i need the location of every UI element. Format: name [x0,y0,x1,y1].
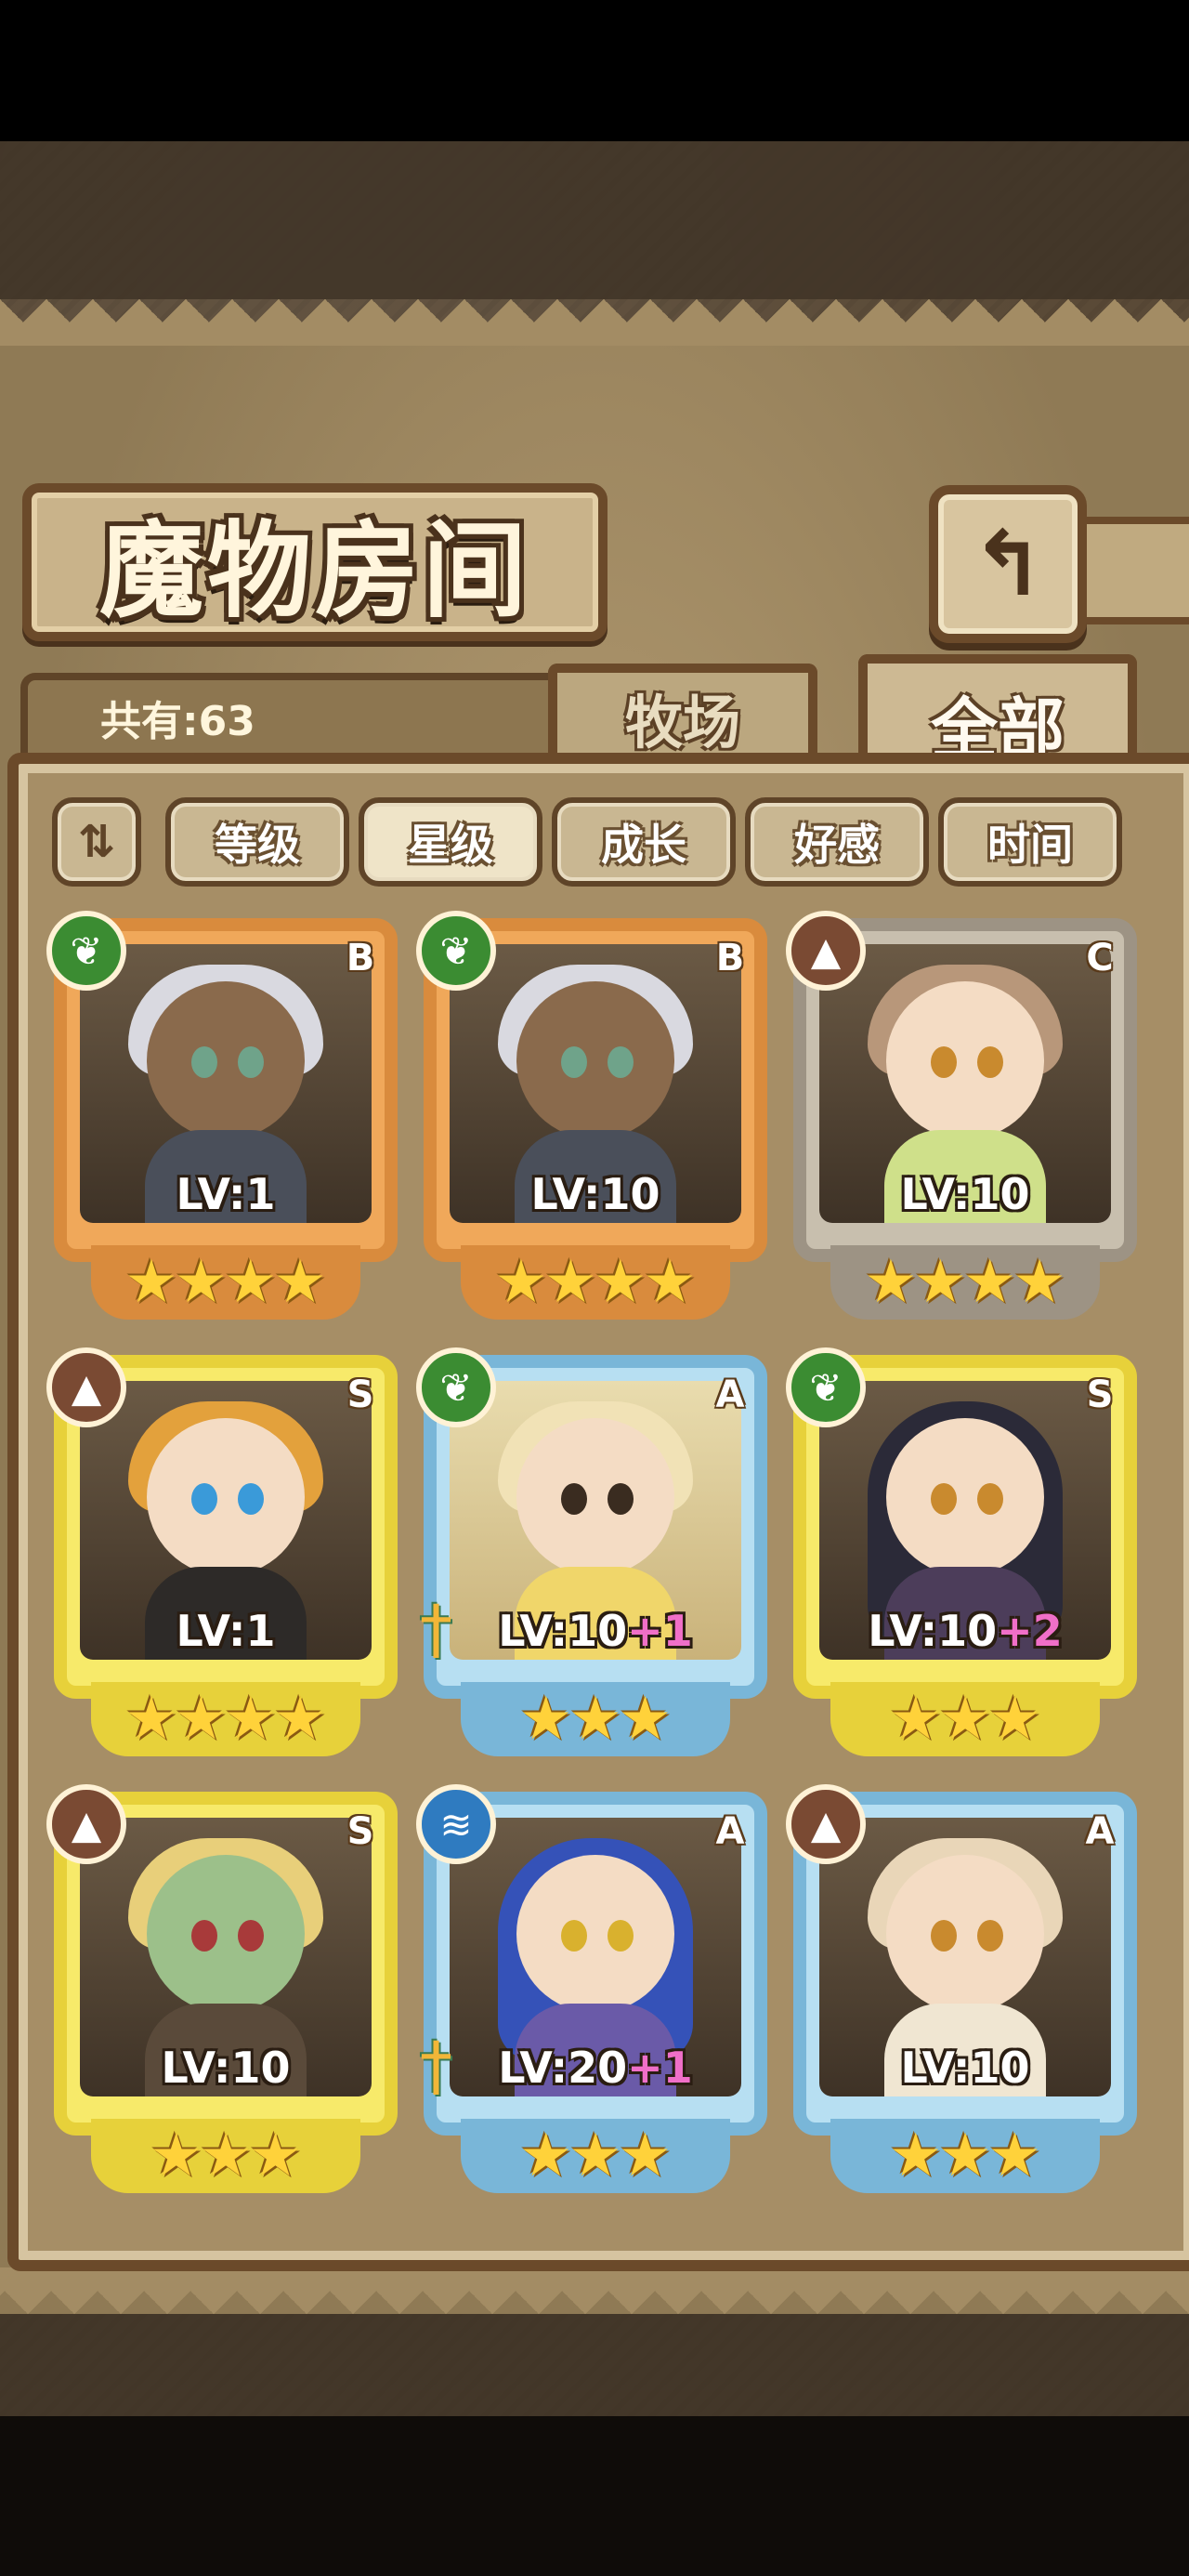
water-element-icon: ≋ [416,1784,496,1864]
earth-element-icon: ▲ [786,911,866,991]
level-label: LV:10+1 [498,1606,693,1656]
star-rating: ★ ★ ★ ★ [830,1245,1100,1320]
star-icon: ★ [938,2122,992,2190]
sort-star-button[interactable]: 星级 [359,797,542,887]
star-icon: ★ [494,1248,548,1317]
title-plate: 魔物房间 [22,483,608,641]
rank-badge: B [715,937,745,979]
star-icon: ★ [618,1685,673,1754]
star-icon: ★ [273,1248,327,1317]
star-rating: ★ ★ ★ [461,2119,730,2193]
star-rating: ★ ★ ★ [461,1682,730,1756]
star-rating: ★ ★ ★ ★ [461,1245,730,1320]
back-arrow-icon: ↰ [970,512,1046,616]
monster-card[interactable]: S ▲ LV:10 ★ ★ ★ [46,1784,398,2210]
level-label: LV:1 [176,1606,276,1656]
monster-card[interactable]: A ❦ † LV:10+1 ★ ★ ★ [416,1347,767,1773]
earth-element-icon: ▲ [786,1784,866,1864]
star-icon: ★ [174,1248,228,1317]
bottom-area [0,2416,1189,2576]
star-icon: ★ [963,1248,1017,1317]
monster-card[interactable]: A ▲ LV:10 ★ ★ ★ [786,1784,1137,2210]
star-icon: ★ [888,1685,943,1754]
star-icon: ★ [643,1248,697,1317]
tab-ranch[interactable]: 牧场 [548,664,817,762]
star-icon: ★ [543,1248,597,1317]
star-rating: ★ ★ ★ ★ [91,1682,360,1756]
rank-badge: B [346,937,375,979]
star-icon: ★ [568,2122,622,2190]
level-label: LV:20+1 [498,2043,693,2093]
sort-level-button[interactable]: 等级 [165,797,349,887]
rank-badge: A [1085,1810,1115,1853]
earth-element-icon: ▲ [46,1347,126,1427]
monster-count: 共有:63 [100,698,255,745]
status-bar-area [0,0,1189,141]
level-label: LV:10+2 [868,1606,1063,1656]
zigzag-border-bottom [0,2267,1189,2314]
rank-badge: A [715,1373,745,1416]
back-button[interactable]: ↰ [929,485,1087,643]
sort-time-button[interactable]: 时间 [938,797,1122,887]
star-icon: ★ [124,1685,178,1754]
sort-toggle-icon: ⇅ [77,816,116,868]
map-strip-top [0,141,1189,299]
level-label: LV:10 [530,1169,660,1219]
rank-badge: A [715,1810,745,1853]
star-icon: ★ [888,2122,943,2190]
star-rating: ★ ★ ★ ★ [91,1245,360,1320]
sort-affection-button[interactable]: 好感 [745,797,929,887]
star-icon: ★ [987,1685,1042,1754]
plant-element-icon: ❦ [416,911,496,991]
rank-badge: S [346,1373,374,1416]
plant-element-icon: ❦ [46,911,126,991]
star-icon: ★ [174,1685,228,1754]
sort-growth-button[interactable]: 成长 [552,797,736,887]
page-title: 魔物房间 [99,510,530,632]
star-icon: ★ [938,1685,992,1754]
star-icon: ★ [568,1685,622,1754]
monster-card[interactable]: B ❦ LV:1 ★ ★ ★ ★ [46,911,398,1336]
plant-element-icon: ❦ [786,1347,866,1427]
star-icon: ★ [224,1248,278,1317]
star-icon: ★ [518,2122,573,2190]
monster-card[interactable]: A ≋ † LV:20+1 ★ ★ ★ [416,1784,767,2210]
earth-element-icon: ▲ [46,1784,126,1864]
star-icon: ★ [987,2122,1042,2190]
star-icon: ★ [199,2122,253,2190]
star-icon: ★ [248,2122,303,2190]
rank-badge: S [1086,1373,1114,1416]
star-icon: ★ [518,1685,573,1754]
monster-card[interactable]: S ❦ LV:10+2 ★ ★ ★ [786,1347,1137,1773]
star-rating: ★ ★ ★ [91,2119,360,2193]
star-icon: ★ [273,1685,327,1754]
star-icon: ★ [224,1685,278,1754]
star-rating: ★ ★ ★ [830,2119,1100,2193]
star-icon: ★ [149,2122,203,2190]
rank-badge: S [346,1810,374,1853]
plant-element-icon: ❦ [416,1347,496,1427]
star-icon: ★ [864,1248,918,1317]
monster-card[interactable]: S ▲ LV:1 ★ ★ ★ ★ [46,1347,398,1773]
level-label: LV:10 [161,2043,291,2093]
zigzag-border-top [0,299,1189,346]
star-icon: ★ [618,2122,673,2190]
monster-card[interactable]: B ❦ LV:10 ★ ★ ★ ★ [416,911,767,1336]
sort-toggle-button[interactable]: ⇅ [52,797,141,887]
star-icon: ★ [1013,1248,1066,1317]
monster-card[interactable]: C ▲ LV:10 ★ ★ ★ ★ [786,911,1137,1336]
level-label: LV:10 [900,2043,1030,2093]
rank-badge: C [1086,937,1114,979]
star-icon: ★ [594,1248,647,1317]
star-icon: ★ [124,1248,178,1317]
level-label: LV:1 [176,1169,276,1219]
star-icon: ★ [913,1248,967,1317]
star-rating: ★ ★ ★ [830,1682,1100,1756]
level-label: LV:10 [900,1169,1030,1219]
